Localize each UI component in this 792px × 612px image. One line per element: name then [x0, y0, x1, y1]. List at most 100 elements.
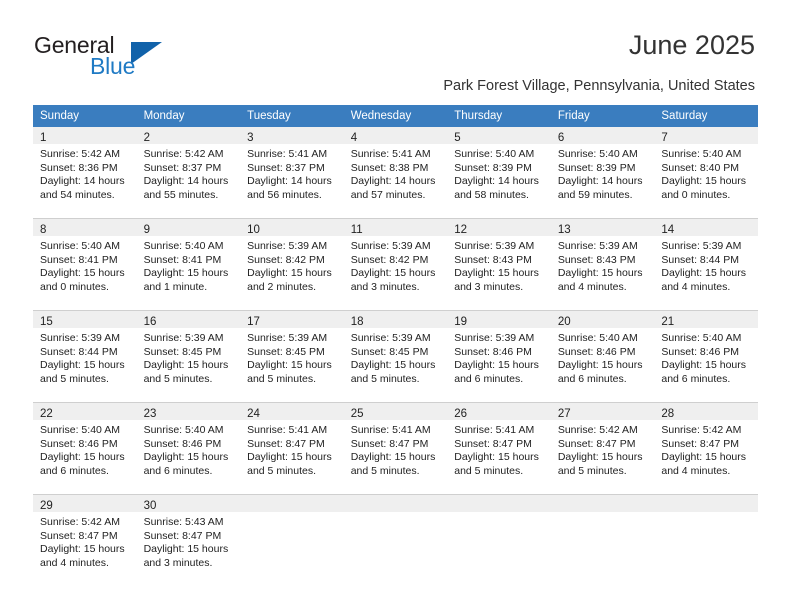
day-cell[interactable]: 21 Sunrise: 5:40 AM Sunset: 8:46 PM Dayligh…: [654, 310, 758, 403]
daylight-text-line2: and 5 minutes.: [350, 372, 420, 385]
sunset-text: Sunset: 8:37 PM: [247, 161, 325, 174]
daylight-text-line2: and 4 minutes.: [557, 280, 627, 293]
day-cell[interactable]: 28 Sunrise: 5:42 AM Sunset: 8:47 PM Dayligh…: [654, 402, 758, 495]
sunset-text: Sunset: 8:41 PM: [40, 253, 118, 266]
general-blue-logo[interactable]: General Blue: [34, 32, 214, 84]
sunset-text: Sunset: 8:42 PM: [350, 253, 429, 266]
calendar-week-row: 8 Sunrise: 5:40 AM Sunset: 8:41 PM Daylight…: [33, 218, 758, 311]
sunrise-text: Sunrise: 5:39 AM: [454, 240, 535, 252]
day-cell[interactable]: 3 Sunrise: 5:41 AM Sunset: 8:37 PM Daylight…: [240, 127, 344, 219]
sunset-text: Sunset: 8:43 PM: [557, 253, 636, 266]
daylight-text-line2: and 3 minutes.: [454, 280, 524, 293]
day-cell[interactable]: 15 Sunrise: 5:39 AM Sunset: 8:44 PM Dayligh…: [33, 310, 137, 403]
daylight-text-line2: and 3 minutes.: [350, 280, 420, 293]
day-cell[interactable]: 7 Sunrise: 5:40 AM Sunset: 8:40 PM Daylight…: [654, 127, 758, 219]
daylight-text-line1: Daylight: 15 hours: [247, 267, 332, 280]
day-cell[interactable]: 4 Sunrise: 5:41 AM Sunset: 8:38 PM Daylight…: [343, 127, 448, 219]
day-cell[interactable]: 24 Sunrise: 5:41 AM Sunset: 8:47 PM Dayligh…: [240, 402, 344, 495]
sunrise-text: Sunrise: 5:40 AM: [143, 240, 224, 252]
sunset-text: Sunset: 8:40 PM: [661, 161, 740, 174]
triangle-icon: [131, 42, 162, 64]
day-number: 13: [557, 224, 571, 236]
day-cell[interactable]: 20 Sunrise: 5:40 AM Sunset: 8:46 PM Dayligh…: [550, 310, 655, 403]
daylight-text-line1: Daylight: 15 hours: [350, 359, 436, 372]
day-cell[interactable]: 9 Sunrise: 5:40 AM Sunset: 8:41 PM Daylight…: [136, 218, 241, 311]
day-cell[interactable]: 27 Sunrise: 5:42 AM Sunset: 8:47 PM Dayligh…: [550, 402, 655, 495]
day-cell[interactable]: 25 Sunrise: 5:41 AM Sunset: 8:47 PM Dayligh…: [343, 402, 448, 495]
day-number: 30: [143, 500, 157, 512]
day-cell-empty: [550, 494, 655, 586]
daylight-text-line1: Daylight: 15 hours: [40, 267, 125, 280]
day-number: 22: [40, 408, 53, 420]
day-cell[interactable]: 30 Sunrise: 5:43 AM Sunset: 8:47 PM Dayligh…: [136, 494, 241, 586]
day-cell[interactable]: 23 Sunrise: 5:40 AM Sunset: 8:46 PM Dayligh…: [136, 402, 241, 495]
day-cell[interactable]: 29 Sunrise: 5:42 AM Sunset: 8:47 PM Dayligh…: [33, 494, 137, 586]
day-number: 29: [40, 500, 53, 512]
sunset-text: Sunset: 8:45 PM: [247, 345, 325, 358]
calendar-week-row: 15 Sunrise: 5:39 AM Sunset: 8:44 PM Dayligh…: [33, 310, 758, 403]
day-cell[interactable]: 13 Sunrise: 5:39 AM Sunset: 8:43 PM Dayligh…: [550, 218, 655, 311]
daylight-text-line1: Daylight: 15 hours: [661, 359, 747, 372]
daylight-text-line2: and 59 minutes.: [557, 188, 633, 201]
daylight-text-line1: Daylight: 15 hours: [350, 267, 436, 280]
daylight-text-line2: and 55 minutes.: [143, 188, 219, 201]
sunset-text: Sunset: 8:47 PM: [247, 437, 325, 450]
day-cell[interactable]: 2 Sunrise: 5:42 AM Sunset: 8:37 PM Daylight…: [136, 127, 241, 219]
sunrise-text: Sunrise: 5:42 AM: [40, 148, 120, 160]
sunset-text: Sunset: 8:46 PM: [143, 437, 222, 450]
sunrise-text: Sunrise: 5:39 AM: [557, 240, 638, 252]
calendar-week-row: 1 Sunrise: 5:42 AM Sunset: 8:36 PM Daylight…: [33, 127, 758, 219]
sunrise-text: Sunrise: 5:42 AM: [40, 516, 120, 528]
daylight-text-line2: and 4 minutes.: [40, 556, 109, 569]
daylight-text-line1: Daylight: 15 hours: [143, 543, 229, 556]
daylight-text-line2: and 56 minutes.: [247, 188, 322, 201]
sunrise-text: Sunrise: 5:40 AM: [661, 332, 742, 344]
daylight-text-line2: and 3 minutes.: [143, 556, 213, 569]
sunrise-text: Sunrise: 5:42 AM: [661, 424, 742, 436]
logo-text-blue: Blue: [90, 53, 136, 79]
sunset-text: Sunset: 8:46 PM: [661, 345, 740, 358]
sunset-text: Sunset: 8:42 PM: [247, 253, 325, 266]
day-number: 7: [661, 132, 668, 144]
weekday-header-monday: Monday: [136, 105, 241, 127]
day-cell[interactable]: 14 Sunrise: 5:39 AM Sunset: 8:44 PM Dayligh…: [654, 218, 758, 311]
sunrise-text: Sunrise: 5:41 AM: [247, 424, 328, 436]
daylight-text-line1: Daylight: 15 hours: [143, 451, 229, 464]
sunrise-text: Sunrise: 5:39 AM: [350, 240, 431, 252]
page-subtitle: Park Forest Village, Pennsylvania, Unite…: [443, 78, 755, 94]
sunset-text: Sunset: 8:47 PM: [350, 437, 429, 450]
day-cell[interactable]: 11 Sunrise: 5:39 AM Sunset: 8:42 PM Dayligh…: [343, 218, 448, 311]
day-cell[interactable]: 18 Sunrise: 5:39 AM Sunset: 8:45 PM Dayligh…: [343, 310, 448, 403]
day-cell[interactable]: 5 Sunrise: 5:40 AM Sunset: 8:39 PM Daylight…: [447, 127, 551, 219]
day-number: 23: [143, 408, 157, 420]
day-cell[interactable]: 6 Sunrise: 5:40 AM Sunset: 8:39 PM Daylight…: [550, 127, 655, 219]
weekday-header-sunday: Sunday: [33, 105, 137, 127]
day-cell[interactable]: 26 Sunrise: 5:41 AM Sunset: 8:47 PM Dayligh…: [447, 402, 551, 495]
sunrise-text: Sunrise: 5:41 AM: [350, 424, 431, 436]
day-cell[interactable]: 17 Sunrise: 5:39 AM Sunset: 8:45 PM Dayligh…: [240, 310, 344, 403]
sunrise-text: Sunrise: 5:39 AM: [143, 332, 224, 344]
sunrise-text: Sunrise: 5:39 AM: [350, 332, 431, 344]
day-cell[interactable]: 19 Sunrise: 5:39 AM Sunset: 8:46 PM Dayligh…: [447, 310, 551, 403]
daylight-text-line1: Daylight: 15 hours: [661, 267, 747, 280]
day-cell[interactable]: 10 Sunrise: 5:39 AM Sunset: 8:42 PM Dayligh…: [240, 218, 344, 311]
daylight-text-line1: Daylight: 14 hours: [143, 175, 229, 188]
day-number: 25: [350, 408, 364, 420]
daylight-text-line1: Daylight: 15 hours: [350, 451, 436, 464]
daylight-text-line2: and 58 minutes.: [454, 188, 529, 201]
day-cell[interactable]: 16 Sunrise: 5:39 AM Sunset: 8:45 PM Dayligh…: [136, 310, 241, 403]
weekday-header-saturday: Saturday: [654, 105, 758, 127]
sunrise-text: Sunrise: 5:39 AM: [454, 332, 535, 344]
daylight-text-line1: Daylight: 15 hours: [143, 267, 229, 280]
day-cell[interactable]: 8 Sunrise: 5:40 AM Sunset: 8:41 PM Daylight…: [33, 218, 137, 311]
daylight-text-line1: Daylight: 15 hours: [143, 359, 229, 372]
sunrise-text: Sunrise: 5:43 AM: [143, 516, 224, 528]
day-cell[interactable]: 1 Sunrise: 5:42 AM Sunset: 8:36 PM Daylight…: [33, 127, 137, 219]
day-number: 26: [454, 408, 468, 420]
day-cell[interactable]: 12 Sunrise: 5:39 AM Sunset: 8:43 PM Dayligh…: [447, 218, 551, 311]
daylight-text-line1: Daylight: 15 hours: [557, 267, 643, 280]
sunrise-text: Sunrise: 5:42 AM: [557, 424, 638, 436]
sunset-text: Sunset: 8:47 PM: [557, 437, 636, 450]
sunrise-text: Sunrise: 5:39 AM: [247, 332, 328, 344]
day-cell[interactable]: 22 Sunrise: 5:40 AM Sunset: 8:46 PM Dayligh…: [33, 402, 137, 495]
